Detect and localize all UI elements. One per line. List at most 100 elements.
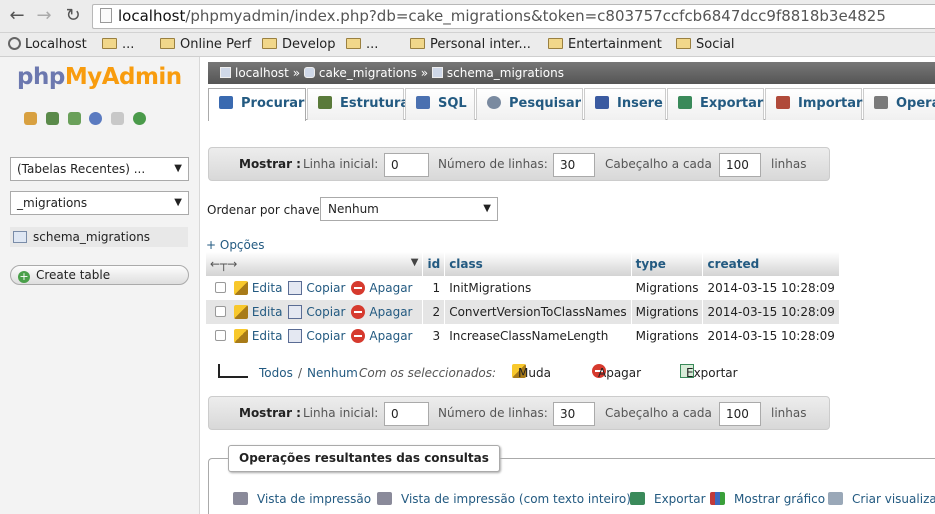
breadcrumb-table[interactable]: schema_migrations: [447, 66, 564, 80]
column-resize-arrows-icon[interactable]: ←┬→: [210, 257, 237, 271]
help-icon[interactable]: [89, 112, 103, 125]
copy-button[interactable]: Copiar: [288, 305, 345, 319]
cell-id[interactable]: 1: [422, 276, 446, 300]
home-icon[interactable]: [24, 112, 37, 125]
row-checkbox[interactable]: [214, 330, 226, 341]
sql-icon: [416, 96, 430, 109]
folder-icon: [102, 38, 117, 49]
show-button[interactable]: Mostrar :: [239, 406, 301, 420]
header-every-input[interactable]: 100: [719, 402, 761, 426]
copy-button[interactable]: Copiar: [288, 329, 345, 343]
show-button[interactable]: Mostrar :: [239, 157, 301, 171]
delete-button[interactable]: Apagar: [351, 329, 412, 343]
bookmark-folder-1[interactable]: ...: [102, 37, 134, 52]
cell-class[interactable]: ConvertVersionToClassNames: [444, 300, 632, 324]
search-icon: [487, 96, 501, 109]
edit-button[interactable]: Edita: [233, 329, 282, 343]
start-row-input[interactable]: 0: [384, 402, 429, 426]
forward-arrow-icon[interactable]: →: [33, 5, 55, 27]
sort-by-key-select[interactable]: Nenhum ▼: [320, 197, 498, 221]
rows-count-input[interactable]: 30: [553, 153, 595, 177]
cell-created[interactable]: 2014-03-15 10:28:09: [702, 276, 840, 300]
results-table: ←┬→ ▼ id class type created Edita Copiar Ap…: [206, 252, 840, 348]
breadcrumb-server[interactable]: localhost: [235, 66, 289, 80]
export-link[interactable]: Exportar: [630, 492, 706, 506]
column-header-created[interactable]: created: [702, 252, 840, 276]
phpmyadmin-logo[interactable]: phpMyAdmin: [17, 64, 182, 90]
cell-id[interactable]: 2: [422, 300, 446, 324]
pencil-icon: [233, 305, 248, 319]
select-all-link[interactable]: Todos: [259, 364, 293, 382]
insert-icon: [595, 96, 609, 109]
print-view-link[interactable]: Vista de impressão: [233, 492, 371, 506]
copy-button[interactable]: Copiar: [288, 281, 345, 295]
tab-import[interactable]: Importar: [765, 88, 862, 120]
delete-button[interactable]: Apagar: [351, 281, 412, 295]
tab-sql[interactable]: SQL: [405, 88, 475, 120]
bookmark-personal[interactable]: Personal inter...: [410, 37, 531, 52]
delete-icon: [351, 329, 366, 343]
chevron-down-icon: ▼: [483, 203, 491, 214]
query-window-icon[interactable]: [67, 112, 81, 125]
bookmark-localhost[interactable]: Localhost: [8, 37, 87, 52]
select-none-link[interactable]: Nenhum: [307, 364, 358, 382]
navigation-panel-bottom: Mostrar : Linha inicial: 0 Número de lin…: [208, 396, 830, 430]
nav-icon-row: [24, 112, 151, 126]
row-checkbox[interactable]: [214, 282, 226, 293]
delete-button[interactable]: Apagar: [351, 305, 412, 319]
structure-icon: [318, 96, 332, 109]
rows-count-input[interactable]: 30: [553, 402, 595, 426]
edit-button[interactable]: Edita: [233, 281, 282, 295]
bookmark-online-perf[interactable]: Online Perf: [160, 37, 251, 52]
bar-chart-icon: [710, 492, 725, 505]
tab-insert[interactable]: Insere: [584, 88, 666, 120]
back-arrow-icon[interactable]: ←: [6, 5, 28, 27]
create-view-link[interactable]: Criar visualização: [828, 492, 935, 506]
show-chart-link[interactable]: Mostrar gráfico: [710, 492, 825, 506]
options-link[interactable]: + Opções: [206, 238, 265, 252]
cell-created[interactable]: 2014-03-15 10:28:09: [702, 324, 840, 348]
create-table-button[interactable]: + Create table: [10, 265, 189, 285]
database-select[interactable]: _migrations ▼: [10, 191, 189, 215]
cell-type[interactable]: Migrations: [631, 300, 704, 324]
address-bar[interactable]: localhost/phpmyadmin/index.php?db=cake_m…: [92, 4, 935, 29]
cell-class[interactable]: IncreaseClassNameLength: [444, 324, 632, 348]
cell-id[interactable]: 3: [422, 324, 446, 348]
chevron-down-icon: ▼: [174, 197, 182, 208]
view-icon: [828, 492, 843, 505]
recent-tables-select[interactable]: (Tabelas Recentes) ... ▼: [10, 157, 189, 181]
tab-search[interactable]: Pesquisar: [476, 88, 583, 120]
bookmark-entertainment[interactable]: Entertainment: [548, 37, 662, 52]
reload-icon[interactable]: ↻: [62, 5, 84, 27]
column-header-id[interactable]: id: [422, 252, 446, 276]
cell-class[interactable]: InitMigrations: [444, 276, 632, 300]
column-header-class[interactable]: class: [444, 252, 632, 276]
row-checkbox[interactable]: [214, 306, 226, 317]
bookmark-develop[interactable]: Develop: [262, 37, 336, 52]
breadcrumb-database[interactable]: cake_migrations: [319, 66, 417, 80]
tab-browse[interactable]: Procurar: [208, 88, 306, 121]
pencil-icon: [233, 281, 248, 295]
tab-structure[interactable]: Estrutura: [307, 88, 409, 120]
print-view-full-link[interactable]: Vista de impressão (com texto inteiro): [377, 492, 631, 506]
folder-icon: [676, 38, 691, 49]
column-header-type[interactable]: type: [631, 252, 704, 276]
navigation-panel: phpMyAdmin (Tabelas Recentes) ... ▼ _migr…: [0, 57, 200, 514]
browser-toolbar: ← → ↻ localhost/phpmyadmin/index.php?db=…: [0, 0, 935, 33]
bookmark-folder-2[interactable]: ...: [346, 37, 378, 52]
cell-type[interactable]: Migrations: [631, 276, 704, 300]
header-every-input[interactable]: 100: [719, 153, 761, 177]
bookmark-social[interactable]: Social: [676, 37, 735, 52]
table-item-schema-migrations[interactable]: schema_migrations: [10, 227, 188, 247]
chevron-down-icon[interactable]: ▼: [411, 257, 419, 268]
tab-operations[interactable]: Operações: [863, 88, 935, 120]
database-icon: [303, 67, 315, 78]
cell-type[interactable]: Migrations: [631, 324, 704, 348]
logout-icon[interactable]: [45, 112, 59, 125]
tab-export[interactable]: Exportar: [667, 88, 764, 120]
edit-button[interactable]: Edita: [233, 305, 282, 319]
cell-created[interactable]: 2014-03-15 10:28:09: [702, 300, 840, 324]
reload-nav-icon[interactable]: [133, 112, 147, 125]
docs-icon[interactable]: [111, 112, 125, 125]
start-row-input[interactable]: 0: [384, 153, 429, 177]
